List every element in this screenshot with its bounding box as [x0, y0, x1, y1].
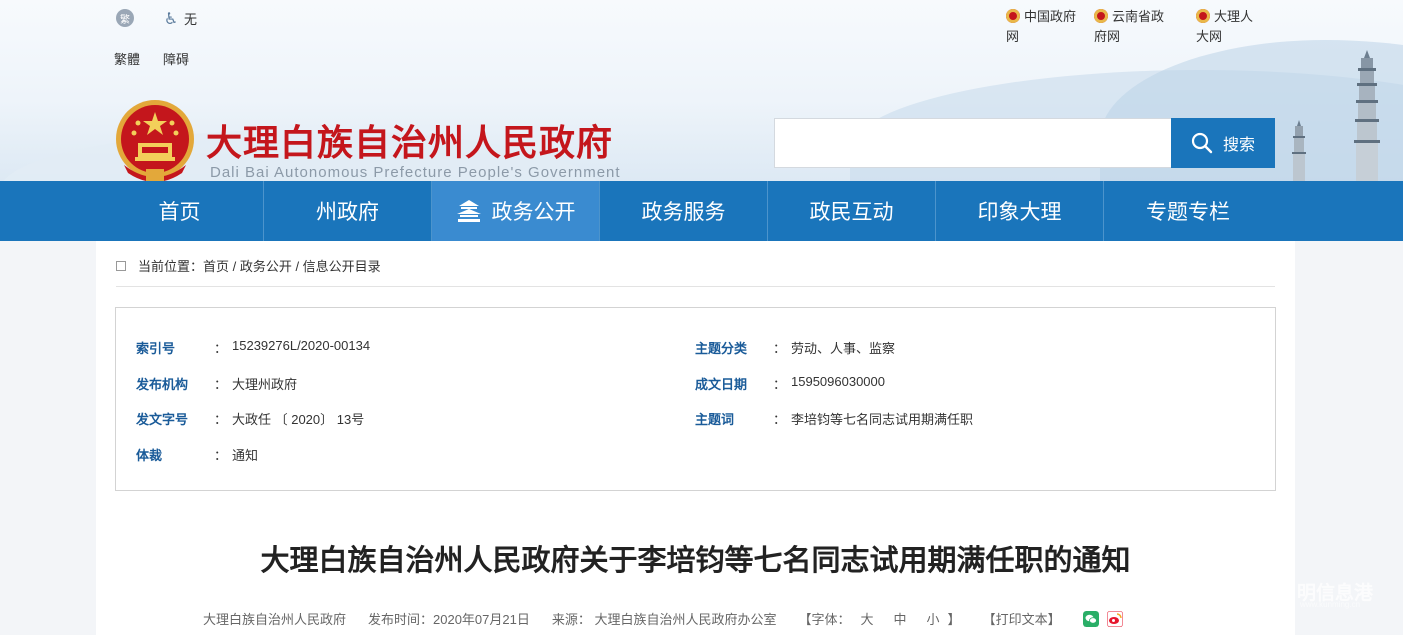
font-size-label: 【字体：: [798, 612, 851, 627]
wheelchair-icon: ♿: [163, 10, 179, 28]
meta-issuer: 发布机构 ： 大理州政府: [136, 374, 297, 393]
meta-label: 索引号: [136, 341, 176, 356]
meta-value: 大政任 〔 2020〕 13号: [232, 412, 365, 427]
meta-colon: ：: [214, 448, 228, 463]
meta-value: 大理州政府: [232, 377, 298, 392]
nav-label: 政务公开: [491, 201, 576, 224]
search-button[interactable]: 搜索: [1171, 118, 1275, 168]
site-subtitle: Dali Bai Autonomous Prefecture People's …: [210, 164, 621, 181]
portal-link-dali-npc[interactable]: 大理人大网: [1196, 7, 1262, 47]
traditional-chinese-icon: 繁: [116, 9, 134, 27]
article-source: 来源： 大理白族自治州人民政府办公室: [551, 612, 777, 627]
nav-label: 州政府: [316, 201, 379, 224]
nav-item-gov-services[interactable]: 政务服务: [600, 181, 768, 241]
meta-label: 主题词: [695, 412, 735, 427]
national-emblem-icon: [1196, 9, 1210, 23]
nav-item-gov-affairs-disclosure[interactable]: 政务公开: [432, 181, 600, 241]
font-size-close: 】: [947, 612, 961, 627]
main-nav: 首页 州政府 政务公开 政务服务 政民互动 印象大理 专题专栏: [0, 181, 1403, 241]
nav-item-impression-dali[interactable]: 印象大理: [936, 181, 1104, 241]
site-header: 繁 ♿ 无 繁體 障碍 中国政府网 云南省政府网 大理人大网 大理白族自治州人民…: [0, 0, 1403, 181]
meta-date-created: 成文日期 ： 1595096030000: [695, 374, 885, 393]
wechat-share-icon[interactable]: [1082, 610, 1099, 627]
article-title: 大理白族自治州人民政府关于李培钧等七名同志试用期满任职的通知: [260, 543, 1131, 577]
watermark-url: www.kunming.cn: [1300, 600, 1361, 609]
meta-colon: ：: [773, 377, 787, 392]
search-button-label: 搜索: [1222, 137, 1255, 154]
meta-label: 体裁: [136, 448, 163, 463]
national-emblem-icon: [1094, 9, 1108, 23]
meta-value: 李培钧等七名同志试用期满任职: [791, 412, 974, 427]
font-size-large-button[interactable]: 大: [861, 609, 874, 628]
meta-label: 主题分类: [695, 341, 748, 356]
font-size-medium-button[interactable]: 中: [894, 609, 907, 628]
traditional-chinese-icon-link[interactable]: 繁: [116, 9, 138, 27]
meta-keywords: 主题词 ： 李培钧等七名同志试用期满任职: [695, 409, 973, 428]
nav-label: 政务服务: [641, 201, 726, 224]
site-title[interactable]: 大理白族自治州人民政府: [206, 114, 613, 166]
meta-value: 1595096030000: [791, 374, 885, 389]
meta-label: 发文字号: [136, 412, 189, 427]
accessibility-status: 无: [184, 12, 198, 27]
portal-link-yunnan[interactable]: 云南省政府网: [1094, 7, 1164, 47]
national-emblem-icon: [1006, 9, 1020, 23]
meta-colon: ：: [773, 341, 787, 356]
meta-label: 成文日期: [695, 377, 748, 392]
breadcrumb-text[interactable]: 当前位置：首页 / 政务公开 / 信息公开目录: [138, 256, 381, 275]
meta-genre: 体裁 ： 通知: [136, 445, 258, 464]
article-publish-time: 发布时间：2020年07月21日: [368, 612, 530, 627]
content-panel: 当前位置：首页 / 政务公开 / 信息公开目录 索引号 ： 15239276L/…: [96, 241, 1295, 635]
nav-label: 首页: [158, 201, 201, 224]
traditional-chinese-link[interactable]: 繁體: [114, 49, 140, 68]
meta-colon: ：: [214, 412, 228, 427]
meta-colon: ：: [214, 341, 228, 356]
divider: [116, 286, 1275, 287]
temple-icon: [456, 200, 481, 222]
nav-item-home[interactable]: 首页: [96, 181, 264, 241]
pagoda-illustration: [1292, 120, 1306, 181]
location-icon: [116, 260, 126, 271]
meta-colon: ：: [214, 377, 228, 392]
nav-label: 政民互动: [809, 201, 894, 224]
pagoda-illustration: [1354, 50, 1380, 181]
search-input[interactable]: [774, 118, 1172, 168]
nav-item-interaction[interactable]: 政民互动: [768, 181, 936, 241]
meta-label: 发布机构: [136, 377, 189, 392]
article-author: 大理白族自治州人民政府: [203, 612, 347, 627]
portal-link-gov-cn[interactable]: 中国政府网: [1006, 7, 1076, 47]
document-metadata-box: 索引号 ： 15239276L/2020-00134 主题分类 ： 劳动、人事、…: [115, 307, 1276, 491]
search-icon: [1191, 132, 1213, 154]
breadcrumb: 当前位置：首页 / 政务公开 / 信息公开目录: [116, 256, 381, 275]
font-size-small-button[interactable]: 小: [927, 609, 940, 628]
meta-value: 劳动、人事、监察: [791, 341, 896, 356]
weibo-share-icon[interactable]: [1106, 610, 1123, 627]
meta-value: 15239276L/2020-00134: [232, 338, 371, 353]
meta-doc-no: 发文字号 ： 大政任 〔 2020〕 13号: [136, 409, 364, 428]
meta-value: 通知: [232, 448, 259, 463]
nav-item-special-topics[interactable]: 专题专栏: [1104, 181, 1272, 241]
nav-label: 印象大理: [977, 201, 1062, 224]
nav-label: 专题专栏: [1146, 201, 1230, 224]
meta-topic-category: 主题分类 ： 劳动、人事、监察: [695, 338, 895, 357]
print-button[interactable]: 【打印文本】: [983, 609, 1061, 628]
national-emblem-logo[interactable]: [114, 99, 196, 181]
nav-item-prefecture-gov[interactable]: 州政府: [264, 181, 432, 241]
meta-index-no: 索引号 ： 15239276L/2020-00134: [136, 338, 370, 357]
traditional-chinese-label: 繁體: [114, 52, 141, 67]
meta-colon: ：: [773, 412, 787, 427]
accessibility-label: 障碍: [163, 52, 190, 67]
accessibility-link[interactable]: 障碍: [163, 49, 189, 68]
accessibility-toggle[interactable]: ♿ 无: [162, 9, 197, 28]
article-info-bar: 大理白族自治州人民政府 发布时间：2020年07月21日 来源： 大理白族自治州…: [203, 609, 1131, 628]
